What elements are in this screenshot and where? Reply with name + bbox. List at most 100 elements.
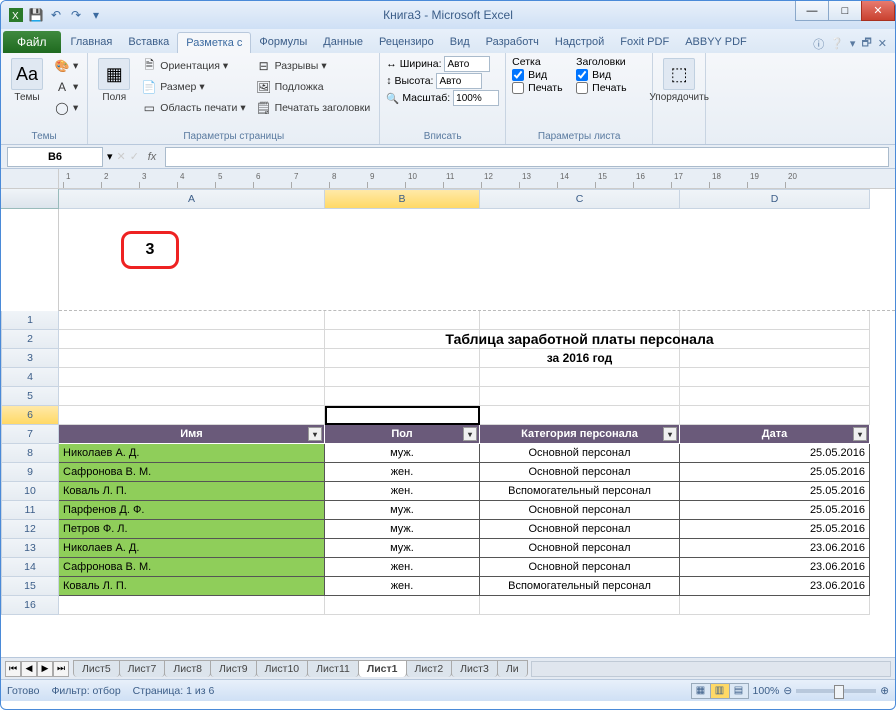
save-icon[interactable]: 💾 xyxy=(27,6,45,24)
cell[interactable] xyxy=(59,387,325,406)
print-area-button[interactable]: ▭Область печати ▾ xyxy=(138,98,248,118)
row-header-1[interactable]: 1 xyxy=(1,311,59,330)
row-header-16[interactable]: 16 xyxy=(1,596,59,615)
headings-print-checkbox[interactable]: Печать xyxy=(576,82,646,94)
tab-first-icon[interactable]: ⏮ xyxy=(5,661,21,677)
tab-last-icon[interactable]: ⏭ xyxy=(53,661,69,677)
table-cell[interactable]: Вспомогательный персонал xyxy=(480,482,680,501)
table-cell[interactable]: Николаев А. Д. xyxy=(59,539,325,558)
cell[interactable]: Таблица заработной платы персонала xyxy=(480,330,680,349)
horizontal-ruler[interactable]: 1234567891011121314151617181920 xyxy=(59,169,895,189)
cell[interactable] xyxy=(325,596,480,615)
tab-prev-icon[interactable]: ◀ xyxy=(21,661,37,677)
row-header-4[interactable]: 4 xyxy=(1,368,59,387)
table-header[interactable]: Категория персонала▾ xyxy=(480,425,680,444)
table-cell[interactable]: муж. xyxy=(325,444,480,463)
table-cell[interactable]: Коваль Л. П. xyxy=(59,482,325,501)
cell[interactable] xyxy=(325,387,480,406)
background-button[interactable]: 🖼Подложка xyxy=(253,77,374,97)
effects-button[interactable]: ◯▾ xyxy=(51,98,81,118)
table-cell[interactable]: 25.05.2016 xyxy=(680,463,870,482)
ribbon-tab-1[interactable]: Вставка xyxy=(120,32,177,53)
gridlines-print-checkbox[interactable]: Печать xyxy=(512,82,572,94)
fx-icon[interactable]: fx xyxy=(143,151,161,163)
row-header-3[interactable]: 3 xyxy=(1,349,59,368)
sheet-tab[interactable]: Ли xyxy=(497,660,528,677)
row-header-10[interactable]: 10 xyxy=(1,482,59,501)
print-titles-button[interactable]: 🗒Печатать заголовки xyxy=(253,98,374,118)
sheet-tab[interactable]: Лист5 xyxy=(73,660,120,677)
table-header[interactable]: Имя▾ xyxy=(59,425,325,444)
cell[interactable] xyxy=(59,349,325,368)
col-header-D[interactable]: D xyxy=(680,189,870,209)
size-button[interactable]: 📄Размер ▾ xyxy=(138,77,248,97)
table-cell[interactable]: жен. xyxy=(325,577,480,596)
width-input[interactable] xyxy=(444,56,490,72)
ribbon-tab-5[interactable]: Рецензиро xyxy=(371,32,442,53)
zoom-in-icon[interactable]: ⊕ xyxy=(880,685,889,697)
arrange-button[interactable]: ⬚ Упорядочить xyxy=(659,56,699,105)
zoom-slider[interactable] xyxy=(796,689,876,693)
ribbon-tab-8[interactable]: Надстрой xyxy=(547,32,612,53)
cell[interactable] xyxy=(680,349,870,368)
sheet-tab[interactable]: Лист8 xyxy=(164,660,211,677)
table-cell[interactable]: Петров Ф. Л. xyxy=(59,520,325,539)
row-header-5[interactable]: 5 xyxy=(1,387,59,406)
tab-next-icon[interactable]: ▶ xyxy=(37,661,53,677)
name-box[interactable]: B6 xyxy=(7,147,103,167)
height-input[interactable] xyxy=(436,73,482,89)
cell[interactable] xyxy=(680,387,870,406)
cell[interactable] xyxy=(59,406,325,425)
table-cell[interactable]: муж. xyxy=(325,539,480,558)
cell[interactable] xyxy=(680,330,870,349)
horizontal-scrollbar[interactable] xyxy=(531,661,891,677)
fonts-button[interactable]: A▾ xyxy=(51,77,81,97)
ribbon-min-icon[interactable]: ▾ xyxy=(850,37,856,50)
ribbon-tab-6[interactable]: Вид xyxy=(442,32,478,53)
col-header-B[interactable]: B xyxy=(325,189,480,209)
help-icon[interactable]: ❔ xyxy=(830,37,844,50)
cell[interactable] xyxy=(680,406,870,425)
cell[interactable] xyxy=(680,368,870,387)
select-all-corner[interactable] xyxy=(1,189,59,209)
table-cell[interactable]: Основной персонал xyxy=(480,520,680,539)
page-header-area[interactable]: 3 xyxy=(59,209,895,311)
sheet-tab[interactable]: Лист1 xyxy=(358,660,407,677)
cell[interactable] xyxy=(325,368,480,387)
formula-input[interactable] xyxy=(165,147,889,167)
cell[interactable] xyxy=(480,311,680,330)
minimize-ribbon-icon[interactable]: ⓘ xyxy=(813,36,824,52)
page-break-view-icon[interactable]: ▤ xyxy=(729,683,749,699)
ribbon-tab-10[interactable]: ABBYY PDF xyxy=(677,32,755,53)
cell[interactable] xyxy=(680,596,870,615)
table-cell[interactable]: Основной персонал xyxy=(480,539,680,558)
cell[interactable] xyxy=(59,596,325,615)
filter-icon[interactable]: ▾ xyxy=(308,427,322,441)
qat-dropdown-icon[interactable]: ▾ xyxy=(87,6,105,24)
table-cell[interactable]: 25.05.2016 xyxy=(680,520,870,539)
orientation-button[interactable]: 🗎Ориентация ▾ xyxy=(138,56,248,76)
cell[interactable] xyxy=(325,406,480,425)
cell[interactable] xyxy=(680,311,870,330)
table-cell[interactable]: муж. xyxy=(325,501,480,520)
table-cell[interactable]: Коваль Л. П. xyxy=(59,577,325,596)
scale-input[interactable] xyxy=(453,90,499,106)
row-header-8[interactable]: 8 xyxy=(1,444,59,463)
table-header[interactable]: Пол▾ xyxy=(325,425,480,444)
ribbon-tab-9[interactable]: Foxit PDF xyxy=(612,32,677,53)
filter-icon[interactable]: ▾ xyxy=(663,427,677,441)
gridlines-view-checkbox[interactable]: Вид xyxy=(512,69,572,81)
table-cell[interactable]: 25.05.2016 xyxy=(680,444,870,463)
sheet-tab[interactable]: Лист3 xyxy=(451,660,498,677)
table-cell[interactable]: Сафронова В. М. xyxy=(59,558,325,577)
ribbon-tab-7[interactable]: Разработч xyxy=(478,32,547,53)
page-layout-view-icon[interactable]: ▥ xyxy=(710,683,730,699)
table-cell[interactable]: жен. xyxy=(325,482,480,501)
minimize-button[interactable]: — xyxy=(795,1,829,21)
themes-button[interactable]: Aa Темы xyxy=(7,56,47,105)
row-header-9[interactable]: 9 xyxy=(1,463,59,482)
cell[interactable] xyxy=(59,368,325,387)
table-cell[interactable]: 25.05.2016 xyxy=(680,501,870,520)
filter-icon[interactable]: ▾ xyxy=(853,427,867,441)
close-button[interactable]: ✕ xyxy=(861,1,895,21)
